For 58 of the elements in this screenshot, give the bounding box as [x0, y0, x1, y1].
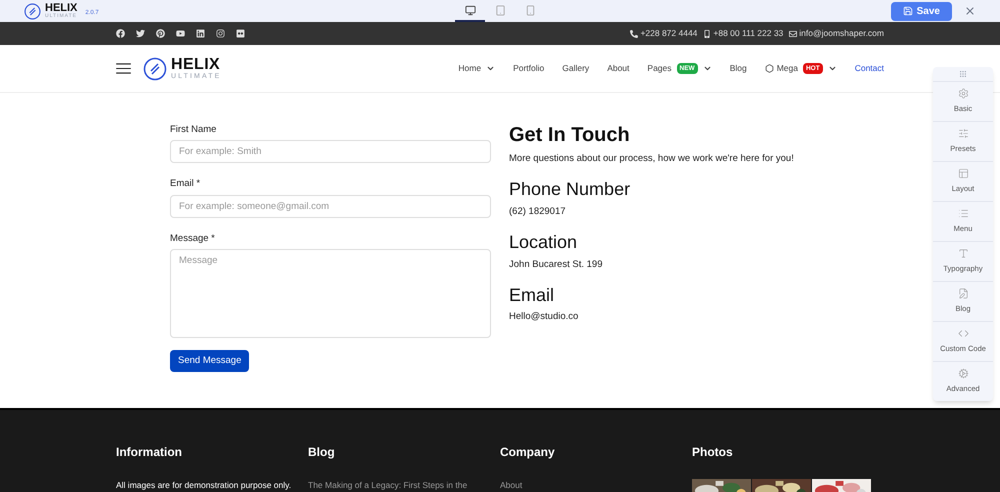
close-icon[interactable]: [964, 5, 976, 17]
nav-link[interactable]: Portfolio: [513, 62, 544, 75]
layout-icon: [958, 168, 968, 180]
contact-intro: More questions about our process, how we work we're here for you!: [509, 152, 794, 166]
save-icon: [902, 6, 913, 16]
footer-heading: Information: [116, 444, 183, 461]
logo-title: HELIX: [171, 57, 222, 73]
logo-icon: [143, 56, 167, 80]
info-value: John Bucarest St. 199: [509, 258, 604, 272]
field-label: First Name: [170, 123, 218, 137]
gear-icon: [958, 88, 968, 100]
message-field[interactable]: Message: [170, 248, 491, 338]
nav-link[interactable]: Contact: [854, 62, 884, 75]
footer-link[interactable]: The Making of a Legacy: First Steps in the: [308, 479, 500, 492]
info-heading: Phone Number: [509, 178, 632, 201]
twitter-icon[interactable]: [136, 29, 145, 38]
email-icon: [789, 30, 798, 38]
desktop-icon: [464, 4, 476, 16]
mobile-icon: [703, 30, 712, 38]
input-field[interactable]: For example: Smith: [170, 140, 491, 164]
instagram-icon[interactable]: [216, 29, 225, 38]
info-value: (62) 1829017: [509, 204, 567, 219]
type-icon: [958, 248, 968, 260]
drag-handle-icon[interactable]: [959, 70, 967, 78]
footer-text: All images are for demonstration purpose only.: [116, 479, 292, 492]
tablet-icon: [494, 4, 506, 16]
nav-link[interactable]: Home: [458, 62, 496, 75]
logo-icon: [24, 2, 41, 20]
phone-icon: [524, 4, 536, 16]
contact-text: +228 872 4444: [640, 27, 698, 40]
nav-link[interactable]: Gallery: [562, 62, 590, 75]
code-icon: [958, 328, 968, 340]
input-field[interactable]: For example: someone@gmail.com: [170, 194, 491, 218]
footer-link[interactable]: About: [500, 479, 692, 492]
info-heading: Email: [509, 284, 556, 306]
field-label: Message *: [170, 232, 216, 246]
footer-heading: Blog: [308, 444, 336, 461]
contact-title: Get In Touch: [509, 123, 631, 148]
linkedin-icon[interactable]: [196, 29, 205, 38]
menu-icon[interactable]: [116, 63, 131, 74]
phone-icon: [630, 30, 638, 38]
save-button[interactable]: Save: [890, 2, 952, 20]
contact-text: +88 00 111 222 33: [713, 27, 784, 40]
facebook-icon[interactable]: [116, 29, 125, 38]
info-heading: Location: [509, 231, 578, 254]
info-value: Hello@studio.co: [509, 310, 580, 324]
youtube-icon[interactable]: [176, 29, 185, 38]
footer-heading: Photos: [692, 444, 734, 461]
send-message-button[interactable]: Send Message: [170, 350, 250, 372]
footer-heading: Company: [500, 444, 556, 461]
flickr-icon[interactable]: [236, 29, 245, 38]
logo-title: HELIX: [45, 3, 78, 14]
nav-link[interactable]: About: [607, 62, 630, 75]
nav-link[interactable]: Blog: [730, 62, 747, 75]
sliders-icon: [958, 128, 968, 140]
field-label: Email *: [170, 177, 202, 192]
pinterest-icon[interactable]: [156, 29, 165, 38]
contact-text: info@joomshaper.com: [799, 27, 884, 40]
